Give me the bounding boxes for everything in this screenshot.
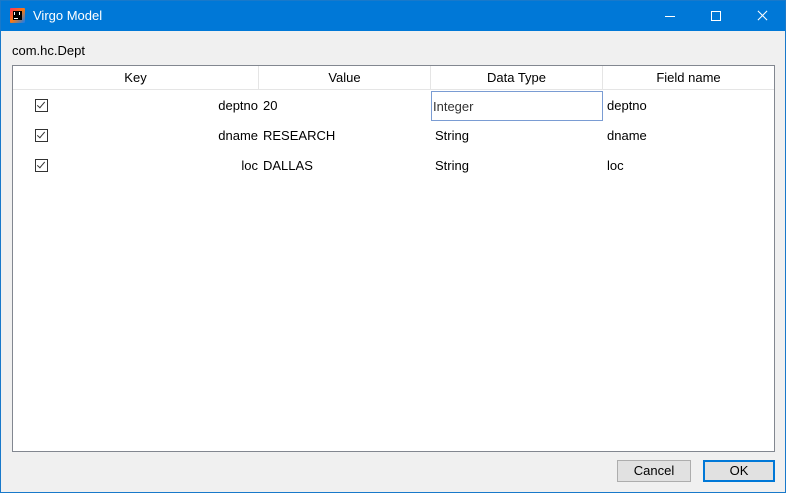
intellij-app-icon: [10, 8, 25, 23]
class-name-label: com.hc.Dept: [12, 43, 85, 58]
field-name-cell[interactable]: deptno: [607, 98, 647, 113]
value-cell[interactable]: RESEARCH: [263, 128, 335, 143]
model-table[interactable]: Key Value Data Type Field name deptno 20…: [12, 65, 775, 452]
column-header-key[interactable]: Key: [13, 66, 259, 90]
close-button[interactable]: [739, 1, 785, 31]
ok-button[interactable]: OK: [703, 460, 775, 482]
value-cell[interactable]: DALLAS: [263, 158, 313, 173]
column-header-data-type[interactable]: Data Type: [431, 66, 603, 90]
key-cell: deptno: [218, 98, 258, 113]
column-header-field-name[interactable]: Field name: [603, 66, 774, 90]
minimize-button[interactable]: [647, 1, 693, 31]
column-header-value[interactable]: Value: [259, 66, 431, 90]
row-checkbox[interactable]: [35, 99, 48, 112]
table-row[interactable]: deptno 20 Integer deptno: [13, 91, 774, 121]
field-name-cell[interactable]: dname: [607, 128, 647, 143]
key-cell: dname: [218, 128, 258, 143]
data-type-cell[interactable]: String: [435, 128, 469, 143]
title-bar[interactable]: Virgo Model: [1, 1, 785, 31]
data-type-cell[interactable]: String: [435, 158, 469, 173]
cancel-button[interactable]: Cancel: [617, 460, 691, 482]
key-cell: loc: [241, 158, 258, 173]
row-checkbox[interactable]: [35, 159, 48, 172]
maximize-button[interactable]: [693, 1, 739, 31]
table-row[interactable]: loc DALLAS String loc: [13, 151, 774, 181]
virgo-model-dialog: Virgo Model com.hc.Dept Key Value Data T…: [0, 0, 786, 493]
table-row[interactable]: dname RESEARCH String dname: [13, 121, 774, 151]
value-cell[interactable]: 20: [263, 98, 277, 113]
data-type-editor[interactable]: Integer: [431, 91, 603, 121]
window-title: Virgo Model: [33, 8, 103, 23]
row-checkbox[interactable]: [35, 129, 48, 142]
field-name-cell[interactable]: loc: [607, 158, 624, 173]
data-type-input-value[interactable]: Integer: [433, 99, 473, 114]
